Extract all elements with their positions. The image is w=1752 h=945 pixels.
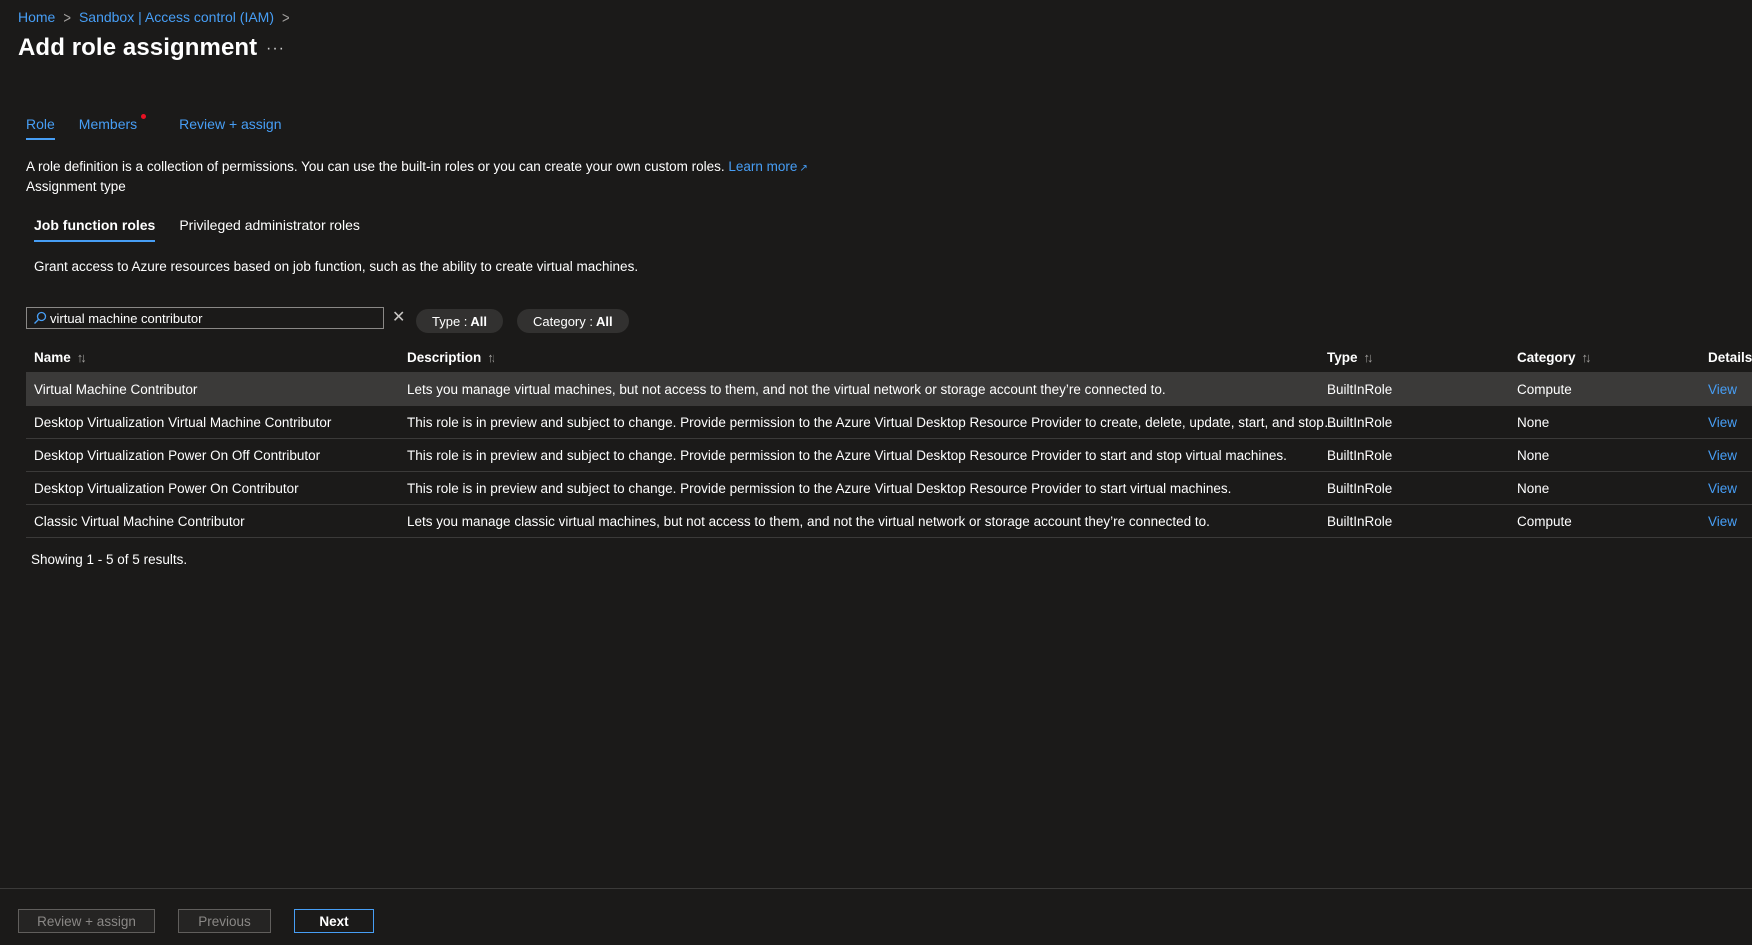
role-description: Lets you manage classic virtual machines… xyxy=(407,513,1210,529)
category-filter-label: Category : xyxy=(533,313,593,329)
tab-review-assign[interactable]: Review + assign xyxy=(179,116,281,140)
role-description: This role is in preview and subject to c… xyxy=(407,447,1287,463)
role-type: BuiltInRole xyxy=(1327,447,1393,463)
column-name-label: Name xyxy=(34,349,71,365)
table-header: Name ↑↓ Description ↑↓ Type ↑↓ Category ↑↓ D… xyxy=(26,341,1752,373)
column-header-description[interactable]: Description ↑↓ xyxy=(407,341,1340,373)
role-name: Desktop Virtualization Virtual Machine C… xyxy=(34,414,332,430)
view-details-link[interactable]: View xyxy=(1708,382,1737,397)
column-header-type[interactable]: Type ↑↓ xyxy=(1327,341,1497,373)
breadcrumb-home-link[interactable]: Home xyxy=(18,9,55,25)
sort-icon: ↑↓ xyxy=(487,349,495,365)
tab-role[interactable]: Role xyxy=(26,116,55,140)
wizard-tabs: Role Members Review + assign xyxy=(26,114,305,140)
required-dot-icon xyxy=(141,114,147,119)
role-description: This role is in preview and subject to c… xyxy=(407,480,1232,496)
role-category: Compute xyxy=(1517,513,1572,529)
column-header-details: Details xyxy=(1708,349,1752,365)
tab-members[interactable]: Members xyxy=(78,114,147,140)
more-options-icon[interactable]: ··· xyxy=(266,40,285,58)
external-link-icon: ↗ xyxy=(799,163,808,174)
results-count: Showing 1 - 5 of 5 results. xyxy=(31,552,188,567)
breadcrumb-iam-link[interactable]: Sandbox | Access control (IAM) xyxy=(79,9,274,25)
sort-icon: ↑↓ xyxy=(76,349,87,365)
table-row[interactable]: Virtual Machine Contributor Lets you man… xyxy=(26,373,1752,406)
role-type: BuiltInRole xyxy=(1327,513,1393,529)
footer-divider xyxy=(0,888,1752,889)
role-name: Desktop Virtualization Power On Contribu… xyxy=(34,480,299,496)
breadcrumb: Home > Sandbox | Access control (IAM) > xyxy=(18,7,290,27)
category-filter-pill[interactable]: Category : All xyxy=(517,309,629,333)
role-type: BuiltInRole xyxy=(1327,480,1393,496)
chevron-right-icon: > xyxy=(282,8,290,26)
chevron-right-icon: > xyxy=(63,8,71,26)
view-details-link[interactable]: View xyxy=(1708,415,1737,430)
previous-button[interactable]: Previous xyxy=(178,909,271,933)
tab-role-label: Role xyxy=(26,116,55,132)
role-category: Compute xyxy=(1517,381,1572,397)
table-row[interactable]: Classic Virtual Machine Contributor Lets… xyxy=(26,505,1752,538)
review-assign-button[interactable]: Review + assign xyxy=(18,909,155,933)
search-input[interactable] xyxy=(50,309,370,327)
role-definition-description: A role definition is a collection of per… xyxy=(26,159,808,174)
view-details-link[interactable]: View xyxy=(1708,514,1737,529)
tab-job-function-roles[interactable]: Job function roles xyxy=(34,217,156,242)
type-filter-pill[interactable]: Type : All xyxy=(416,309,504,333)
view-details-link[interactable]: View xyxy=(1708,448,1737,463)
type-filter-value: All xyxy=(470,313,488,329)
role-category: None xyxy=(1517,480,1550,496)
role-name: Desktop Virtualization Power On Off Cont… xyxy=(34,447,321,463)
role-name: Classic Virtual Machine Contributor xyxy=(34,513,245,529)
table-row[interactable]: Desktop Virtualization Power On Off Cont… xyxy=(26,439,1752,472)
learn-more-link[interactable]: Learn more ↗ xyxy=(728,159,807,174)
clear-search-icon[interactable]: ✕ xyxy=(392,307,405,327)
page-title: Add role assignment xyxy=(18,34,258,61)
description-text: A role definition is a collection of per… xyxy=(26,159,725,174)
next-button[interactable]: Next xyxy=(294,909,374,933)
role-type: BuiltInRole xyxy=(1327,414,1393,430)
sort-icon: ↑↓ xyxy=(1581,349,1592,365)
job-function-description: Grant access to Azure resources based on… xyxy=(34,259,639,274)
column-header-name[interactable]: Name ↑↓ xyxy=(34,341,394,373)
role-name: Virtual Machine Contributor xyxy=(34,381,198,397)
sort-icon: ↑↓ xyxy=(1363,349,1374,365)
tab-review-assign-label: Review + assign xyxy=(179,116,282,132)
search-icon xyxy=(34,311,47,324)
learn-more-label: Learn more xyxy=(728,159,798,174)
role-category: None xyxy=(1517,447,1550,463)
table-row[interactable]: Desktop Virtualization Power On Contribu… xyxy=(26,472,1752,505)
role-description: Lets you manage virtual machines, but no… xyxy=(407,381,1166,397)
role-description: This role is in preview and subject to c… xyxy=(407,414,1340,430)
column-type-label: Type xyxy=(1327,349,1358,365)
assignment-type-tabs: Job function roles Privileged administra… xyxy=(34,217,384,242)
type-filter-label: Type : xyxy=(432,313,468,329)
role-type: BuiltInRole xyxy=(1327,381,1393,397)
table-row[interactable]: Desktop Virtualization Virtual Machine C… xyxy=(26,406,1752,439)
search-box xyxy=(26,307,384,329)
view-details-link[interactable]: View xyxy=(1708,481,1737,496)
column-header-category[interactable]: Category ↑↓ xyxy=(1517,341,1687,373)
role-category: None xyxy=(1517,414,1550,430)
tab-members-label: Members xyxy=(78,116,138,132)
column-category-label: Category xyxy=(1517,349,1576,365)
roles-table: Name ↑↓ Description ↑↓ Type ↑↓ Category ↑↓ D… xyxy=(26,341,1752,538)
assignment-type-label: Assignment type xyxy=(26,179,126,194)
tab-privileged-administrator-roles[interactable]: Privileged administrator roles xyxy=(179,217,360,242)
column-description-label: Description xyxy=(407,349,482,365)
category-filter-value: All xyxy=(595,313,613,329)
